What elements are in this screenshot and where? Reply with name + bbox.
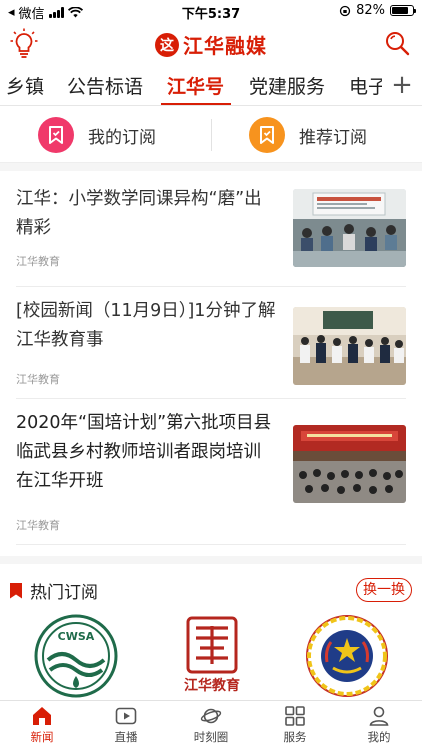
bookmark-icon (10, 582, 22, 599)
students-activity-photo (293, 307, 406, 385)
home-icon (33, 707, 51, 725)
nav-moments-label: 时刻圈 (193, 730, 229, 744)
app-logo: 这 江华融媒 (155, 30, 267, 59)
lightbulb-icon[interactable] (10, 28, 38, 60)
classroom-photo (293, 189, 406, 267)
news-source: 江华教育 (16, 519, 60, 532)
jianghua-education-logo[interactable]: 江华教育 (170, 614, 254, 698)
police-badge-logo[interactable] (305, 614, 389, 698)
nav-live[interactable]: 直播 (91, 705, 161, 745)
nav-moments[interactable]: 时刻圈 (176, 705, 246, 745)
logo-mark: 这 (155, 32, 179, 57)
recommended-subscriptions-label: 推荐订阅 (299, 127, 367, 148)
tab-announcements[interactable]: 公告标语 (67, 72, 143, 99)
news-title: 2020年“国培计划”第六批项目县临武县乡村教师培训者跟岗培训在江华开班 (16, 413, 272, 491)
status-right: 82% (339, 3, 416, 18)
hot-subscriptions-title: 热门订阅 (30, 583, 98, 603)
nav-live-label: 直播 (114, 730, 138, 744)
search-icon[interactable] (384, 30, 410, 56)
my-subscriptions-icon (38, 117, 74, 153)
planet-icon (200, 708, 222, 724)
nav-services-label: 服务 (283, 730, 307, 744)
section-divider (0, 163, 422, 171)
channel-tabs: 乡镇 公告标语 江华号 党建服务 电子 + (0, 66, 422, 106)
status-bar: ◂ 微信 下午5:37 82% (0, 0, 422, 22)
nav-services[interactable]: 服务 (260, 705, 330, 745)
my-subscriptions-button[interactable]: 我的订阅 (38, 117, 156, 153)
news-item[interactable]: 江华：小学数学同课异构“磨”出精彩 江华教育 (16, 175, 406, 287)
news-source: 江华教育 (16, 373, 60, 386)
news-item[interactable]: 2020年“国培计划”第六批项目县临武县乡村教师培训者跟岗培训在江华开班 江华教… (16, 399, 406, 545)
news-title: 江华：小学数学同课异构“磨”出精彩 (16, 189, 262, 238)
news-item[interactable]: [校园新闻（11月9日）]1分钟了解江华教育事 江华教育 (16, 287, 406, 399)
grid-icon (285, 706, 305, 726)
news-source: 江华教育 (16, 255, 60, 268)
recommended-subscriptions-button[interactable]: 推荐订阅 (249, 117, 367, 153)
recommended-subscriptions-icon (249, 117, 285, 153)
add-channel-button[interactable]: + (382, 66, 422, 105)
bottom-navigation: 新闻 直播 时刻圈 服务 我的 (0, 700, 422, 750)
logo-text: 江华融媒 (183, 34, 267, 58)
tab-township[interactable]: 乡镇 (6, 72, 44, 99)
tab-party-services[interactable]: 党建服务 (249, 72, 325, 99)
active-tab-indicator (161, 103, 231, 105)
rotation-lock-icon (339, 5, 351, 16)
news-title: [校园新闻（11月9日）]1分钟了解江华教育事 (16, 301, 276, 350)
cwsa-logo[interactable]: CWSA (34, 614, 118, 698)
tab-jianghua-hao[interactable]: 江华号 (167, 72, 224, 99)
battery-percent: 82% (356, 3, 385, 18)
app-header: 这 江华融媒 (0, 24, 422, 64)
meeting-hall-photo (293, 425, 406, 503)
hot-subscriptions-header: 热门订阅 (10, 578, 98, 603)
nav-news-label: 新闻 (30, 730, 54, 744)
nav-news[interactable]: 新闻 (7, 705, 77, 745)
battery-icon (390, 5, 416, 16)
cwsa-logo-text: CWSA (58, 630, 95, 643)
nav-profile-label: 我的 (367, 730, 391, 744)
my-subscriptions-label: 我的订阅 (88, 127, 156, 148)
section-divider (0, 556, 422, 564)
subscription-row: 我的订阅 推荐订阅 (0, 107, 422, 163)
jianghua-education-logo-text: 江华教育 (184, 677, 240, 694)
user-icon (369, 706, 389, 726)
nav-profile[interactable]: 我的 (344, 705, 414, 745)
play-icon (115, 707, 137, 725)
swap-button[interactable]: 换一换 (356, 578, 412, 602)
subscription-divider (211, 119, 212, 151)
